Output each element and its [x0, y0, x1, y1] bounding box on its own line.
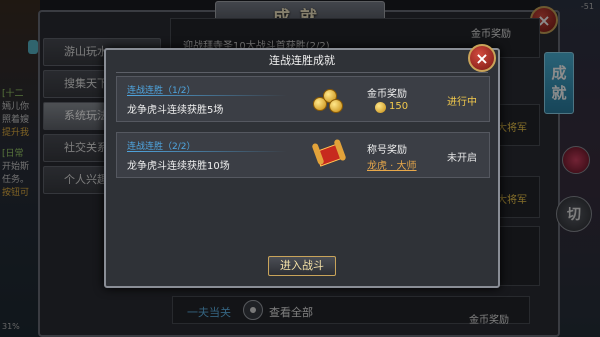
status-text: 进行中 [447, 97, 477, 108]
gold-coins-icon [311, 83, 345, 117]
enter-battle-button[interactable]: 进入战斗 [268, 256, 336, 276]
popup-close-button[interactable]: × [468, 44, 496, 72]
reward-value: 150 [389, 101, 409, 112]
achievement-row: 连战连胜（2/2） 龙争虎斗连续获胜10场 称号奖励 龙虎 · 大师 未开启 [116, 132, 490, 178]
divider [127, 95, 287, 96]
popup-title: 连战连胜成就 [269, 54, 335, 67]
achievement-desc: 龙争虎斗连续获胜10场 [127, 161, 230, 172]
title-reward-link[interactable]: 龙虎 · 大师 [367, 157, 417, 172]
achievement-row: 连战连胜（1/2） 龙争虎斗连续获胜5场 金币奖励 150 进行中 [116, 76, 490, 122]
divider [116, 72, 488, 73]
divider [127, 151, 287, 152]
reward-label: 金币奖励 [367, 89, 407, 100]
popup-dialog: 连战连胜成就 连战连胜（1/2） 龙争虎斗连续获胜5场 金币奖励 150 进行中… [104, 48, 500, 288]
status-text: 未开启 [447, 153, 477, 164]
achievement-desc: 龙争虎斗连续获胜5场 [127, 105, 224, 116]
reward-label: 称号奖励 [367, 145, 407, 156]
coin-icon [375, 102, 386, 113]
title-scroll-icon [311, 138, 347, 173]
